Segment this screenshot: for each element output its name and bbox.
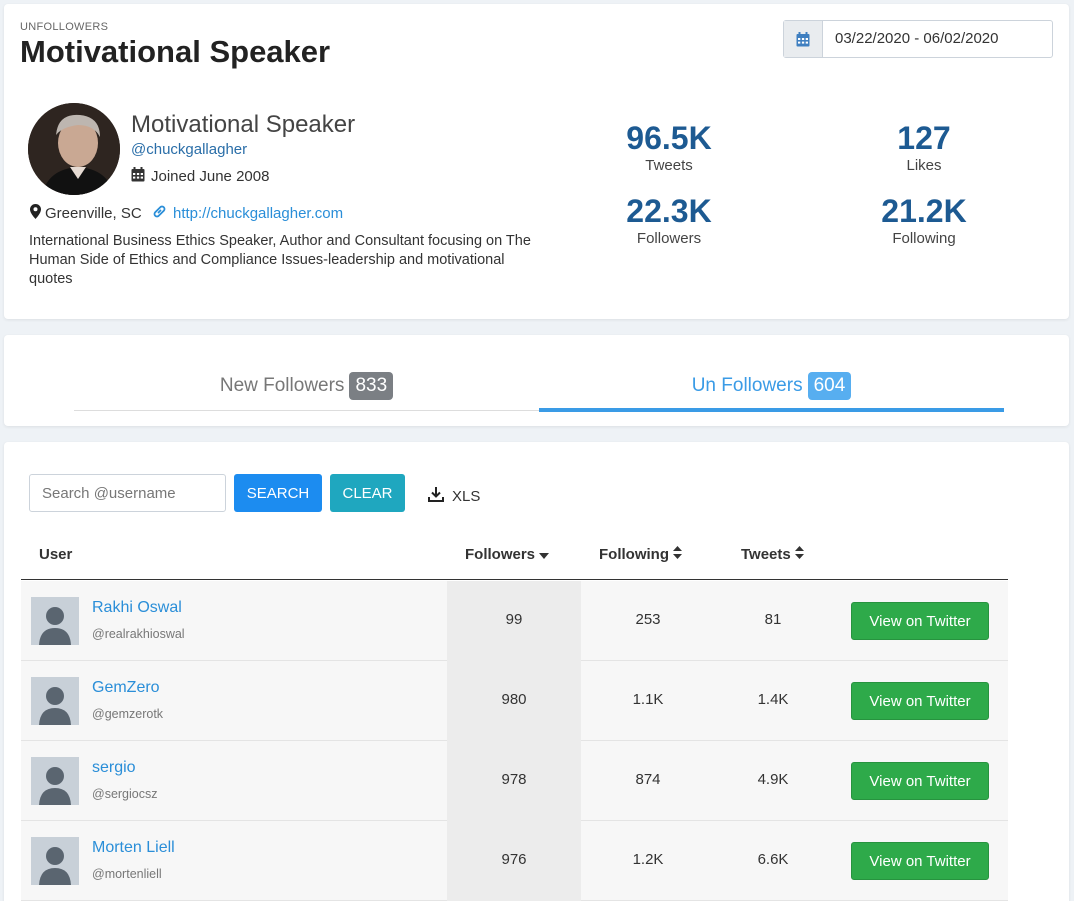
user-name-link[interactable]: Morten Liell [92, 839, 175, 857]
tab-un-followers[interactable]: Un Followers 604 [539, 361, 1004, 412]
following-cell: 253 [635, 611, 661, 628]
column-header-label: Followers [465, 546, 536, 563]
profile-url[interactable]: http://chuckgallagher.com [152, 204, 343, 223]
following-cell: 1.2K [632, 851, 664, 868]
calendar-icon[interactable] [784, 21, 823, 57]
date-range-picker[interactable]: 03/22/2020 - 06/02/2020 [783, 20, 1053, 58]
profile-bio: International Business Ethics Speaker, A… [29, 233, 531, 287]
tab-new-followers[interactable]: New Followers 833 [74, 361, 539, 410]
tweets-cell: 6.6K [757, 851, 789, 868]
column-header-user: User [39, 532, 72, 578]
followers-cell: 99 [505, 611, 523, 628]
tweets-cell: 4.9K [757, 771, 789, 788]
followers-cell: 980 [501, 691, 527, 708]
user-name-link[interactable]: sergio [92, 759, 136, 777]
column-header-label: Tweets [741, 546, 791, 563]
table-row: GemZero @gemzerotk 980 1.1K 1.4K View on… [21, 661, 1008, 741]
page-title: Motivational Speaker [20, 34, 331, 69]
page-overline: UNFOLLOWERS [20, 21, 109, 33]
default-user-icon [31, 597, 79, 645]
profile-avatar [28, 103, 120, 195]
map-marker-icon [30, 204, 41, 223]
view-on-twitter-button[interactable]: View on Twitter [851, 682, 989, 720]
profile-card: UNFOLLOWERS Motivational Speaker 03/22/2… [4, 4, 1069, 319]
stat-followers-value: 22.3K [626, 193, 712, 229]
stat-following-value: 21.2K [881, 193, 967, 229]
tab-label: New Followers [219, 374, 345, 396]
table-row: Rakhi Oswal @realrakhioswal 99 253 81 Vi… [21, 581, 1008, 661]
column-header-tweets[interactable]: Tweets [741, 532, 804, 578]
download-icon [428, 486, 444, 506]
profile-joined: Joined June 2008 [131, 167, 269, 186]
default-user-icon [31, 677, 79, 725]
default-user-icon [31, 757, 79, 805]
tweets-cell: 81 [764, 611, 782, 628]
view-on-twitter-button[interactable]: View on Twitter [851, 602, 989, 640]
user-handle: @sergiocsz [92, 787, 158, 801]
followers-cell: 976 [501, 851, 527, 868]
table-row: Morten Liell @mortenliell 976 1.2K 6.6K … [21, 821, 1008, 901]
profile-joined-text: Joined June 2008 [151, 168, 270, 185]
stat-likes-label: Likes [906, 157, 942, 174]
user-handle: @mortenliell [92, 867, 162, 881]
stat-likes: 127 Likes [824, 120, 1024, 176]
view-on-twitter-button[interactable]: View on Twitter [851, 762, 989, 800]
stat-followers-label: Followers [636, 230, 702, 247]
default-user-icon [31, 837, 79, 885]
user-handle: @gemzerotk [92, 707, 164, 721]
table-row: sergio @sergiocsz 978 874 4.9K View on T… [21, 741, 1008, 821]
profile-location: Greenville, SC [30, 204, 142, 223]
clear-button[interactable]: CLEAR [330, 474, 405, 512]
following-cell: 874 [635, 771, 661, 788]
follower-tabs: New Followers 833 Un Followers 604 [74, 361, 1004, 412]
following-cell: 1.1K [632, 691, 664, 708]
column-header-label: User [39, 546, 73, 563]
user-name-link[interactable]: Rakhi Oswal [92, 599, 182, 617]
column-header-following[interactable]: Following [599, 532, 682, 578]
column-header-followers[interactable]: Followers [465, 532, 550, 578]
profile-handle[interactable]: @chuckgallagher [131, 141, 247, 158]
tab-count-badge: 833 [349, 371, 394, 400]
view-on-twitter-button[interactable]: View on Twitter [851, 842, 989, 880]
stat-tweets-label: Tweets [645, 157, 693, 174]
profile-url-text[interactable]: http://chuckgallagher.com [173, 205, 343, 222]
profile-location-text: Greenville, SC [45, 205, 142, 222]
column-header-label: Following [599, 546, 669, 563]
date-range-value[interactable]: 03/22/2020 - 06/02/2020 [823, 21, 998, 57]
stat-tweets: 96.5K Tweets [569, 120, 769, 176]
export-xls-button[interactable]: XLS [428, 486, 480, 506]
sort-icon [794, 536, 804, 574]
stat-following: 21.2K Following [824, 193, 1024, 249]
followers-cell: 978 [501, 771, 527, 788]
table-card: SEARCH CLEAR XLS User Followers Followin… [4, 442, 1069, 901]
export-xls-label: XLS [452, 487, 481, 505]
stat-tweets-value: 96.5K [626, 120, 712, 156]
tweets-cell: 1.4K [757, 691, 789, 708]
user-name-link[interactable]: GemZero [92, 679, 160, 697]
table-header: User Followers Following Tweets [21, 532, 1008, 580]
search-button[interactable]: SEARCH [234, 474, 322, 512]
tab-label: Un Followers [691, 374, 803, 396]
caret-down-icon [539, 536, 550, 574]
profile-name: Motivational Speaker [131, 111, 356, 138]
sort-icon [672, 536, 682, 574]
tab-count-badge: 604 [807, 371, 852, 400]
search-input[interactable] [29, 474, 226, 512]
stat-followers: 22.3K Followers [569, 193, 769, 249]
stat-likes-value: 127 [897, 120, 951, 156]
calendar-grid-icon [131, 167, 145, 186]
stat-following-label: Following [892, 230, 956, 247]
user-handle: @realrakhioswal [92, 627, 185, 641]
tabs-card: New Followers 833 Un Followers 604 [4, 335, 1069, 426]
link-icon [152, 204, 167, 223]
